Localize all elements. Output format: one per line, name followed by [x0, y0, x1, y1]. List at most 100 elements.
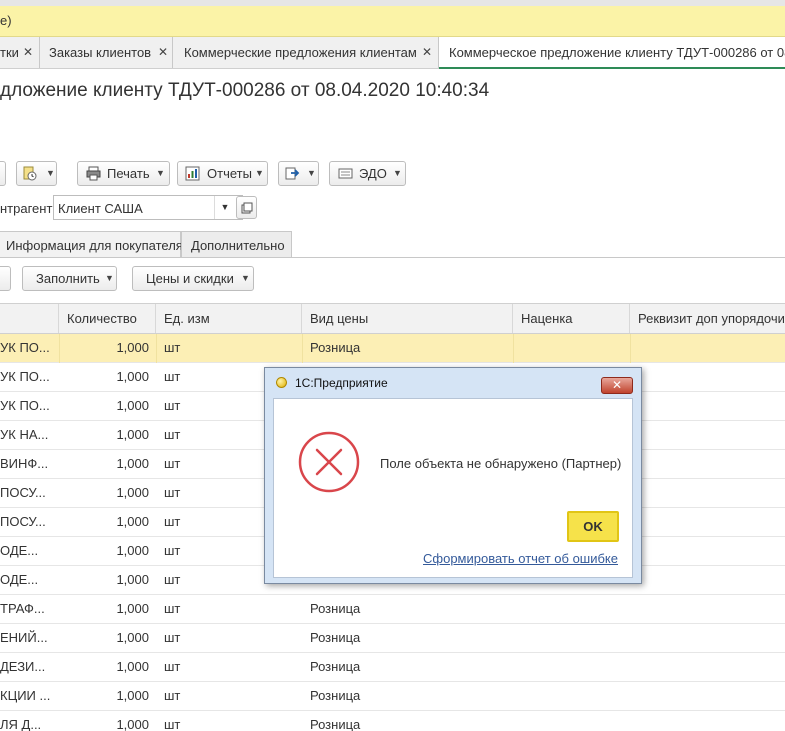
- close-icon[interactable]: ✕: [23, 37, 33, 68]
- report-chart-icon: [185, 166, 200, 181]
- cell-unit: шт: [164, 688, 181, 703]
- cell-price-type: Розница: [310, 601, 361, 616]
- chevron-down-icon: ▼: [241, 273, 250, 283]
- dialog-body: Поле объекта не обнаружено (Партнер) OK …: [273, 398, 633, 578]
- column-header-unit[interactable]: Ед. изм: [156, 304, 302, 333]
- create-based-on-button[interactable]: ▼: [16, 161, 57, 186]
- fill-button[interactable]: Заполнить ▼: [22, 266, 117, 291]
- column-divider: [59, 334, 60, 363]
- tab-item[interactable]: тки ✕: [0, 37, 40, 68]
- cell-price-type: Розница: [310, 717, 361, 731]
- app-header-bar: е): [0, 0, 785, 37]
- cell-name: ЛЯ Д...: [0, 717, 42, 731]
- cell-quantity: 1,000: [116, 717, 149, 731]
- cell-name: КЦИИ ...: [0, 688, 51, 703]
- counterparty-label: нтрагент:: [0, 201, 57, 216]
- table-row[interactable]: ЕНИЙ... 1,000 шт Розница: [0, 624, 785, 653]
- chevron-down-icon: ▼: [105, 273, 114, 283]
- print-button[interactable]: Печать ▼: [77, 161, 170, 186]
- dialog-message: Поле объекта не обнаружено (Партнер): [380, 456, 622, 471]
- tab-customer-info[interactable]: Информация для покупателя: [0, 231, 183, 258]
- table-toolbar-button-partial[interactable]: [0, 266, 11, 291]
- cell-unit: шт: [164, 601, 181, 616]
- printer-icon: [86, 166, 101, 181]
- column-header-price-type[interactable]: Вид цены: [302, 304, 513, 333]
- chevron-down-icon[interactable]: ▼: [214, 196, 235, 219]
- cell-name: ЕНИЙ...: [0, 630, 48, 645]
- table-row[interactable]: КЦИИ ... 1,000 шт Розница: [0, 682, 785, 711]
- tab-offer-document[interactable]: Коммерческое предложение клиенту ТДУТ-00…: [439, 37, 785, 69]
- close-icon[interactable]: ✕: [601, 377, 633, 394]
- cell-name: УК ПО...: [0, 340, 50, 355]
- cell-unit: шт: [164, 340, 181, 355]
- column-divider: [302, 334, 303, 363]
- cell-quantity: 1,000: [116, 659, 149, 674]
- open-icon: [241, 202, 253, 214]
- tab-label: Заказы клиентов: [49, 45, 152, 60]
- counterparty-field[interactable]: Клиент САША ▼: [53, 195, 243, 220]
- cell-name: УК ПО...: [0, 398, 50, 413]
- column-divider: [513, 334, 514, 363]
- table-row[interactable]: УК ПО... 1,000 шт Розница: [0, 334, 785, 363]
- cell-quantity: 1,000: [116, 398, 149, 413]
- reports-button[interactable]: Отчеты ▼: [177, 161, 268, 186]
- tab-offers[interactable]: Коммерческие предложения клиентам ✕: [173, 37, 439, 68]
- toolbar-button-partial[interactable]: [0, 161, 6, 186]
- document-clock-icon: [23, 166, 37, 181]
- cell-name: ПОСУ...: [0, 514, 46, 529]
- tabs-divider: [0, 257, 785, 258]
- column-divider: [156, 334, 157, 363]
- cell-quantity: 1,000: [116, 456, 149, 471]
- error-dialog: 1С:Предприятие ✕ Поле объекта не обнаруж…: [264, 367, 642, 584]
- cell-quantity: 1,000: [116, 427, 149, 442]
- cell-price-type: Розница: [310, 688, 361, 703]
- cell-quantity: 1,000: [116, 572, 149, 587]
- chevron-down-icon: ▼: [156, 168, 165, 178]
- cell-price-type: Розница: [310, 340, 361, 355]
- tab-strip: тки ✕ Заказы клиентов ✕ Коммерческие пре…: [0, 37, 785, 69]
- table-row[interactable]: ЛЯ Д... 1,000 шт Розница: [0, 711, 785, 731]
- cell-name: УК ПО...: [0, 369, 50, 384]
- app-logo-icon: [276, 377, 287, 388]
- chevron-down-icon: ▼: [307, 168, 316, 178]
- cell-name: УК НА...: [0, 427, 49, 442]
- chevron-down-icon: ▼: [255, 168, 264, 178]
- counterparty-value: Клиент САША: [58, 201, 143, 216]
- cell-name: ОДЕ...: [0, 543, 39, 558]
- tab-orders[interactable]: Заказы клиентов ✕: [40, 37, 173, 68]
- error-x-circle-icon: [298, 431, 360, 493]
- exchange-button[interactable]: ▼: [278, 161, 319, 186]
- cell-name: ОДЕ...: [0, 572, 39, 587]
- error-report-link[interactable]: Сформировать отчет об ошибке: [423, 551, 618, 566]
- table-row[interactable]: ДЕЗИ... 1,000 шт Розница: [0, 653, 785, 682]
- cell-unit: шт: [164, 659, 181, 674]
- tab-label: Информация для покупателя: [6, 238, 183, 253]
- cell-quantity: 1,000: [116, 601, 149, 616]
- column-header-markup[interactable]: Наценка: [513, 304, 630, 333]
- cell-name: ТРАФ...: [0, 601, 45, 616]
- page-title: дложение клиенту ТДУТ-000286 от 08.04.20…: [0, 80, 490, 101]
- chevron-down-icon: ▼: [46, 168, 55, 178]
- chevron-down-icon: ▼: [393, 168, 402, 178]
- prices-label: Цены и скидки: [146, 271, 234, 286]
- app-title: е): [0, 13, 12, 28]
- column-header-extra[interactable]: Реквизит доп упорядочи: [630, 304, 785, 333]
- cell-unit: шт: [164, 717, 181, 731]
- dialog-title: 1С:Предприятие: [295, 376, 388, 390]
- close-icon[interactable]: ✕: [158, 37, 168, 68]
- ok-button[interactable]: OK: [567, 511, 619, 542]
- column-header-name[interactable]: [0, 304, 59, 333]
- column-divider: [630, 334, 631, 363]
- reports-label: Отчеты: [207, 166, 252, 181]
- table-row[interactable]: ТРАФ... 1,000 шт Розница: [0, 595, 785, 624]
- prices-discounts-button[interactable]: Цены и скидки ▼: [132, 266, 254, 291]
- cell-quantity: 1,000: [116, 688, 149, 703]
- edo-icon: [338, 168, 353, 179]
- open-counterparty-button[interactable]: [236, 196, 257, 219]
- edo-button[interactable]: ЭДО ▼: [329, 161, 406, 186]
- tab-label: тки: [0, 45, 19, 60]
- cell-name: ПОСУ...: [0, 485, 46, 500]
- column-header-quantity[interactable]: Количество: [59, 304, 156, 333]
- tab-additional[interactable]: Дополнительно: [181, 231, 292, 258]
- close-icon[interactable]: ✕: [422, 37, 432, 68]
